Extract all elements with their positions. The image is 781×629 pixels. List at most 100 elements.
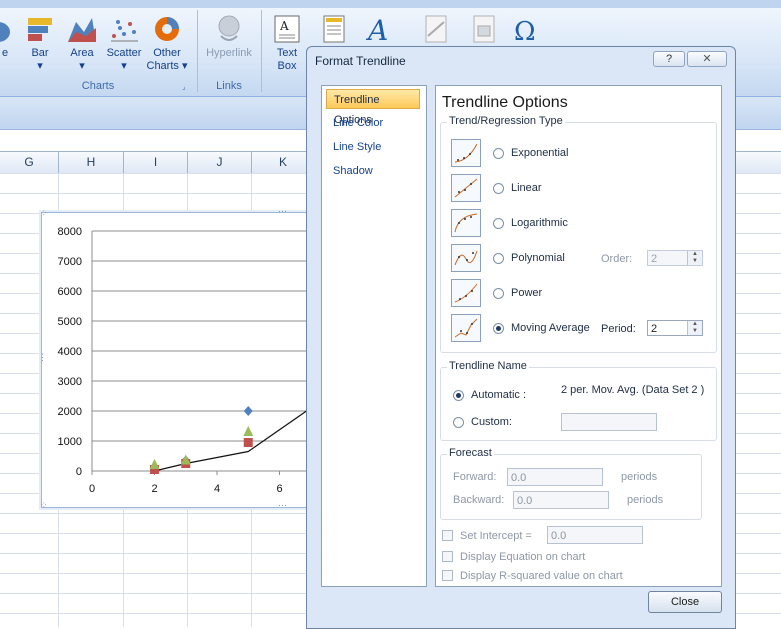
bar-chart-icon: [28, 18, 52, 41]
forward-input: 0.0: [507, 468, 603, 486]
hyperlink-button[interactable]: Hyperlink: [202, 14, 256, 60]
period-spinner[interactable]: 2 ▲ ▼: [647, 320, 703, 336]
scatter-chart-button[interactable]: Scatter ▾: [102, 14, 146, 73]
chart-resize-handle[interactable]: ⁘: [40, 208, 47, 219]
custom-name-input[interactable]: [561, 413, 657, 431]
nav-line-style[interactable]: Line Style: [326, 137, 420, 157]
chart-area[interactable]: 01000200030004000500060007000800002468: [41, 212, 359, 508]
x-tick-label: 2: [151, 483, 157, 495]
custom-label: Custom:: [471, 416, 512, 428]
x-tick-label: 0: [89, 483, 95, 495]
trendline-name-label: Trendline Name: [447, 360, 529, 372]
order-spinner: 2 ▲ ▼: [647, 250, 703, 266]
automatic-name-value: 2 per. Mov. Avg. (Data Set 2 ): [561, 384, 705, 396]
logarithmic-label: Logarithmic: [511, 217, 568, 229]
options-heading: Trendline Options: [442, 94, 568, 111]
symbol-omega-icon[interactable]: Ω: [512, 14, 542, 44]
close-button[interactable]: Close: [648, 591, 722, 613]
forward-periods-label: periods: [621, 471, 658, 483]
chart-resize-handle[interactable]: ⋮: [38, 352, 47, 363]
chart-resize-handle[interactable]: ⋯: [278, 206, 287, 217]
help-button[interactable]: ?: [653, 51, 685, 67]
column-header-h[interactable]: H: [59, 152, 124, 173]
text-box-label-line1: Text: [276, 47, 298, 59]
exponential-label: Exponential: [511, 147, 569, 159]
y-tick-label: 4000: [58, 346, 82, 358]
power-radio[interactable]: [493, 288, 504, 299]
linear-radio[interactable]: [493, 183, 504, 194]
column-header-j[interactable]: J: [188, 152, 252, 173]
order-label: Order:: [601, 253, 633, 265]
format-trendline-dialog: Format Trendline ? ✕ Trendline Options L…: [306, 46, 736, 629]
order-value: 2: [651, 253, 658, 265]
doughnut-chart-icon: [155, 17, 179, 41]
custom-radio[interactable]: [453, 417, 464, 428]
automatic-radio[interactable]: [453, 390, 464, 401]
header-footer-icon[interactable]: [320, 14, 348, 44]
y-tick-label: 6000: [58, 286, 82, 298]
polynomial-trend-icon: [451, 244, 481, 272]
scatter-chart: 01000200030004000500060007000800002468: [58, 226, 359, 495]
exponential-trend-icon: [451, 139, 481, 167]
linear-label: Linear: [511, 182, 542, 194]
area-chart-button[interactable]: Area ▾: [62, 14, 102, 73]
object-icon[interactable]: [470, 14, 498, 44]
linear-trend-icon: [451, 174, 481, 202]
dialog-nav-pane: Trendline Options Line Color Line Style …: [321, 85, 427, 587]
display-equation-label: Display Equation on chart: [460, 551, 586, 563]
moving-average-trend-icon: [451, 314, 481, 342]
dialog-title: Format Trendline: [315, 54, 406, 68]
nav-shadow[interactable]: Shadow: [326, 161, 420, 181]
trendline-name-group: Trendline Name Automatic : 2 per. Mov. A…: [440, 360, 717, 441]
display-rsquared-label: Display R-squared value on chart: [460, 570, 623, 582]
signature-line-icon[interactable]: [422, 14, 450, 44]
period-label: Period:: [601, 323, 636, 335]
x-tick-label: 4: [214, 483, 220, 495]
partial-label: e: [1, 47, 9, 59]
chart-resize-handle[interactable]: ⁘: [40, 500, 48, 511]
other-charts-label: Other Charts: [146, 47, 181, 72]
close-icon[interactable]: ✕: [687, 51, 727, 67]
forward-label: Forward:: [453, 471, 497, 483]
logarithmic-trend-icon: [451, 209, 481, 237]
data-point-diamond: [243, 406, 253, 416]
column-header-g[interactable]: G: [0, 152, 59, 173]
intercept-input: 0.0: [547, 526, 643, 544]
nav-trendline-options[interactable]: Trendline Options: [326, 89, 420, 126]
moving-average-radio[interactable]: [493, 323, 504, 334]
nav-line-color[interactable]: Line Color: [326, 113, 420, 133]
backward-input: 0.0: [513, 491, 609, 509]
logarithmic-radio[interactable]: [493, 218, 504, 229]
period-value: 2: [651, 323, 658, 335]
power-label: Power: [511, 287, 543, 299]
other-charts-dropdown-icon: ▾: [181, 60, 188, 72]
period-spin-arrows-icon[interactable]: ▲ ▼: [687, 321, 702, 335]
display-equation-checkbox[interactable]: [442, 551, 453, 562]
y-tick-label: 0: [76, 466, 82, 478]
moving-average-label: Moving Average: [511, 322, 590, 334]
column-header-i[interactable]: I: [124, 152, 188, 173]
partial-chart-button[interactable]: e: [0, 14, 12, 60]
y-tick-label: 7000: [58, 256, 82, 268]
power-trend-icon: [451, 279, 481, 307]
data-point-square: [243, 438, 253, 447]
bar-chart-button[interactable]: Bar ▾: [20, 14, 60, 73]
group-separator: [261, 10, 262, 92]
chart-resize-handle[interactable]: ⋯: [278, 500, 287, 511]
automatic-label: Automatic :: [471, 389, 527, 401]
hyperlink-label: Hyperlink: [206, 47, 252, 59]
bar-dropdown-icon: ▾: [37, 60, 43, 72]
polynomial-radio[interactable]: [493, 253, 504, 264]
other-charts-button[interactable]: Other Charts ▾: [144, 14, 190, 73]
y-tick-label: 8000: [58, 226, 82, 238]
ribbon-tab-strip: [0, 0, 781, 8]
data-point-triangle: [243, 426, 254, 436]
charts-dialog-launcher-icon[interactable]: ⌟: [182, 82, 186, 91]
wordart-icon[interactable]: A: [366, 14, 394, 44]
text-box-button[interactable]: A Text Box: [266, 14, 308, 73]
data-point-triangle: [149, 459, 160, 469]
area-chart-icon: [68, 18, 96, 42]
hyperlink-globe-icon: [218, 15, 240, 41]
display-rsquared-checkbox[interactable]: [442, 570, 453, 581]
exponential-radio[interactable]: [493, 148, 504, 159]
